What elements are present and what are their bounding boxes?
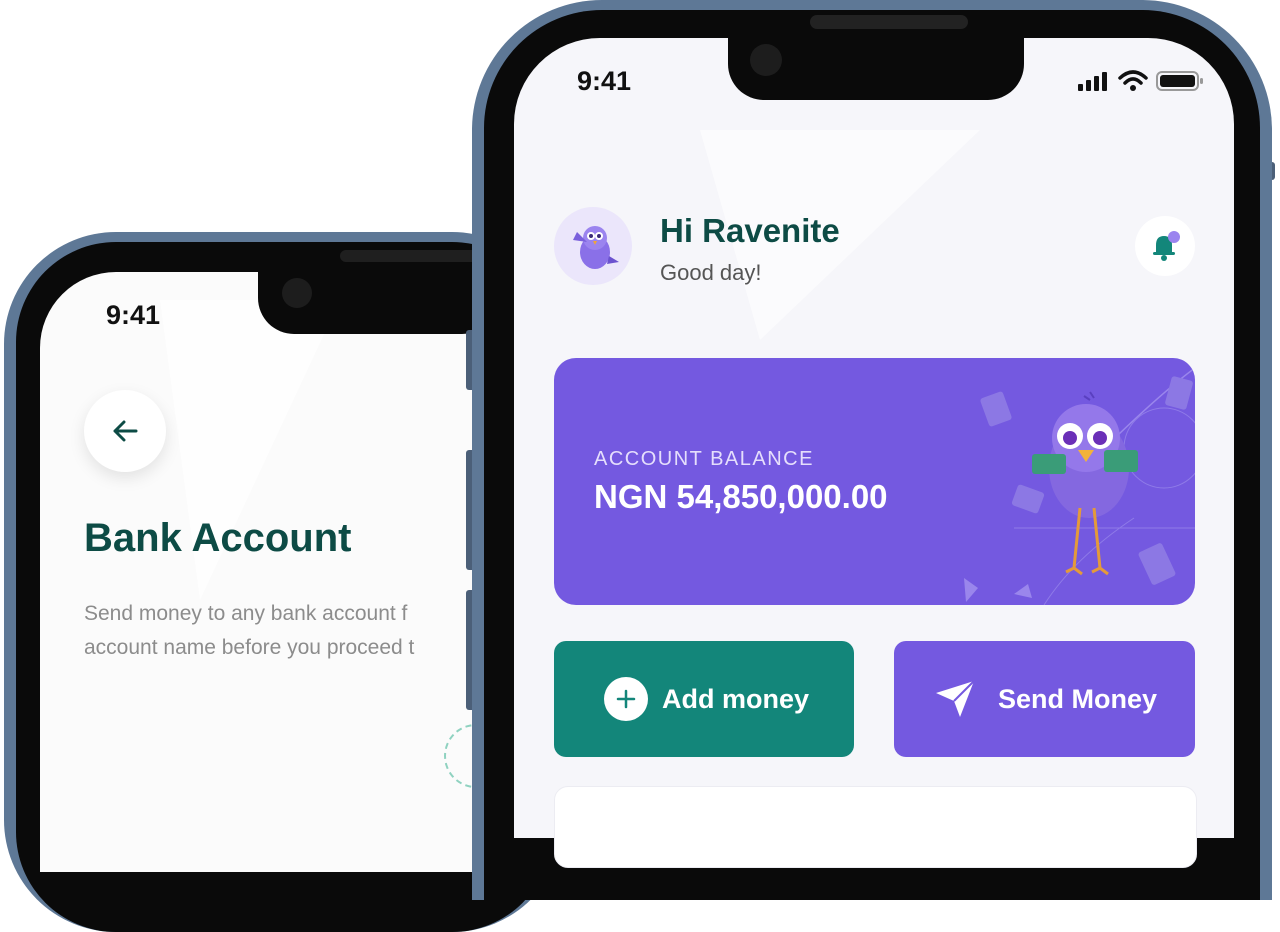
signal-icon	[1078, 72, 1107, 91]
arrow-left-icon	[113, 420, 138, 442]
transactions-card	[554, 786, 1197, 868]
speaker-grille	[340, 250, 480, 262]
balance-card[interactable]: ACCOUNT BALANCE NGN 54,850,000.00	[554, 358, 1195, 605]
speaker-grille	[810, 15, 968, 29]
page-title: Bank Account	[84, 516, 352, 560]
avatar[interactable]	[554, 207, 632, 285]
bird-mascot-icon	[573, 226, 619, 269]
send-money-label: Send Money	[998, 683, 1158, 714]
description-line: account name before you proceed t	[84, 636, 415, 659]
back-button[interactable]	[84, 390, 166, 472]
status-bar-icons	[1076, 70, 1204, 92]
description-line: Send money to any bank account f	[84, 602, 408, 625]
camera-icon	[282, 278, 312, 308]
balance-label: ACCOUNT BALANCE	[594, 448, 814, 470]
add-money-label: Add money	[662, 683, 810, 714]
notification-button[interactable]	[1135, 216, 1195, 276]
camera-icon	[750, 44, 782, 76]
greeting-title: Hi Ravenite	[660, 212, 840, 249]
page-description: Send money to any bank account f account…	[84, 597, 474, 665]
send-money-button[interactable]: Send Money	[894, 641, 1195, 757]
paper-plane-icon	[934, 679, 976, 719]
status-time: 9:41	[577, 66, 632, 96]
add-money-button[interactable]: Add money	[554, 641, 854, 757]
bell-icon	[1153, 231, 1180, 261]
plus-icon	[604, 677, 648, 721]
greeting-subtitle: Good day!	[660, 260, 762, 285]
wifi-icon	[1118, 70, 1148, 91]
bird-mascot-illustration	[964, 367, 1195, 605]
battery-icon	[1156, 71, 1203, 91]
status-time: 9:41	[106, 300, 161, 330]
balance-amount: NGN 54,850,000.00	[594, 478, 888, 515]
